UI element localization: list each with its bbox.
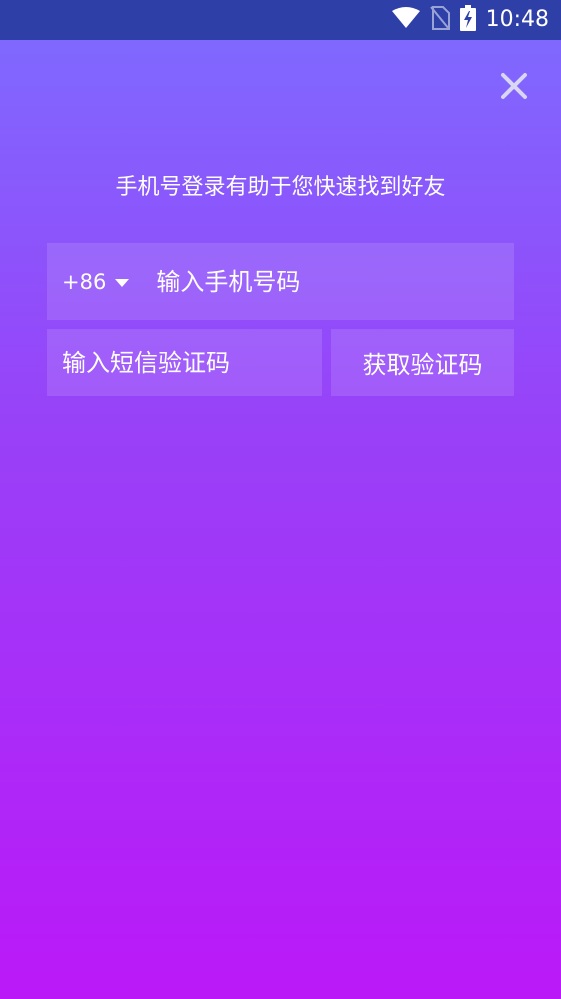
- get-code-button[interactable]: 获取验证码: [331, 329, 514, 396]
- status-bar: 10:48: [0, 0, 561, 40]
- no-sim-icon: [429, 6, 450, 34]
- wifi-icon: [391, 7, 420, 33]
- clock: 10:48: [485, 7, 549, 32]
- login-subtitle: 手机号登录有助于您快速找到好友: [115, 175, 446, 200]
- phone-input-row: +86: [47, 242, 514, 321]
- close-icon: [501, 73, 527, 99]
- phone-number-input[interactable]: [154, 242, 489, 321]
- chevron-down-icon: [115, 278, 130, 287]
- battery-charging-icon: [459, 5, 476, 35]
- country-code-selector[interactable]: +86: [47, 243, 130, 320]
- country-code-label: +86: [62, 269, 107, 294]
- status-icons: 10:48: [391, 5, 549, 35]
- sms-code-row: [47, 328, 322, 397]
- close-button[interactable]: [498, 70, 530, 102]
- sms-code-input[interactable]: [47, 328, 319, 397]
